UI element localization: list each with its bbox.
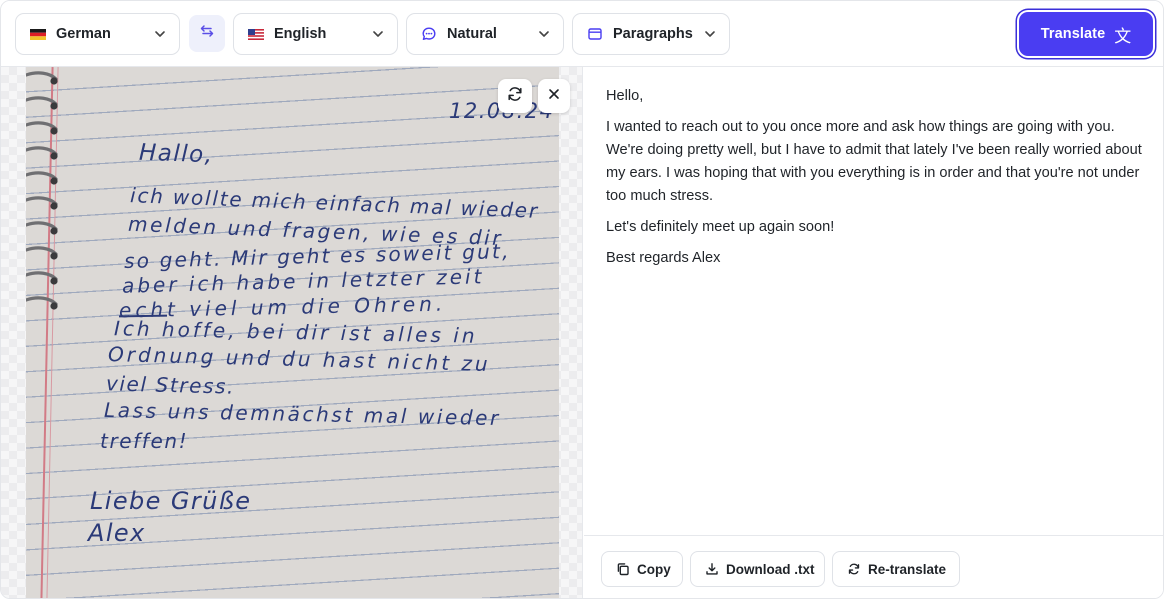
handwritten-line: Alex <box>88 519 146 547</box>
copy-button[interactable]: Copy <box>601 551 683 587</box>
handwritten-line: Hallo, <box>138 139 214 169</box>
download-button-label: Download .txt <box>726 561 815 577</box>
translation-actions: Copy Download .txt Re-translate <box>584 535 1163 598</box>
format-select[interactable]: Paragraphs <box>572 13 730 55</box>
image-pane: 12.08.24 Hallo, ich wollte mich einfach … <box>1 67 583 598</box>
swap-languages-button[interactable] <box>189 15 225 52</box>
target-language-select[interactable]: English <box>233 13 398 55</box>
translation-paragraph: Hello, <box>606 88 644 104</box>
rotate-image-button[interactable] <box>498 79 532 113</box>
chevron-down-icon <box>703 27 717 41</box>
target-language-label: English <box>274 26 327 42</box>
swap-arrows-icon <box>199 23 215 44</box>
handwritten-line: Ordnung und du hast nicht zu <box>107 341 491 377</box>
handwritten-line: Lass uns demnächst mal wieder <box>103 397 502 431</box>
translator-app: German English Natural Paragraphs Transl… <box>0 0 1164 599</box>
retranslate-button[interactable]: Re-translate <box>832 551 960 587</box>
retranslate-button-label: Re-translate <box>868 561 947 577</box>
translation-pane: Hello, I wanted to reach out to you once… <box>584 67 1163 598</box>
refresh-icon <box>506 85 524 108</box>
chevron-down-icon <box>371 27 385 41</box>
refresh-icon <box>848 563 860 575</box>
download-txt-button[interactable]: Download .txt <box>690 551 825 587</box>
translation-paragraph: Let's definitely meet up again soon! <box>606 219 835 235</box>
uploaded-image: 12.08.24 Hallo, ich wollte mich einfach … <box>26 67 559 598</box>
translate-button[interactable]: Translate 文 <box>1019 12 1153 56</box>
handwritten-line: viel Stress. <box>105 371 236 399</box>
close-icon <box>547 87 561 106</box>
chevron-down-icon <box>537 27 551 41</box>
translation-paragraph: I wanted to reach out to you once more a… <box>606 119 1142 204</box>
toolbar: German English Natural Paragraphs Transl… <box>1 1 1163 67</box>
tone-select[interactable]: Natural <box>406 13 564 55</box>
format-label: Paragraphs <box>613 26 693 42</box>
source-language-label: German <box>56 26 111 42</box>
chat-bubble-icon <box>420 27 438 41</box>
window-icon <box>586 27 604 41</box>
us-flag-icon <box>247 27 265 41</box>
translation-output: Hello, I wanted to reach out to you once… <box>606 85 1151 278</box>
spiral-binding <box>26 71 58 310</box>
remove-image-button[interactable] <box>538 79 570 113</box>
copy-icon <box>617 563 629 576</box>
de-flag-icon <box>29 27 47 41</box>
handwritten-line: treffen! <box>100 429 189 453</box>
translation-paragraph: Best regards Alex <box>606 250 721 266</box>
translate-glyph-icon: 文 <box>1114 26 1132 47</box>
translate-button-label: Translate <box>1040 26 1106 42</box>
tone-label: Natural <box>447 26 497 42</box>
chevron-down-icon <box>153 27 167 41</box>
source-language-select[interactable]: German <box>15 13 180 55</box>
copy-button-label: Copy <box>637 561 671 577</box>
download-icon <box>706 563 718 575</box>
handwritten-line: Liebe Grüße <box>90 487 252 515</box>
